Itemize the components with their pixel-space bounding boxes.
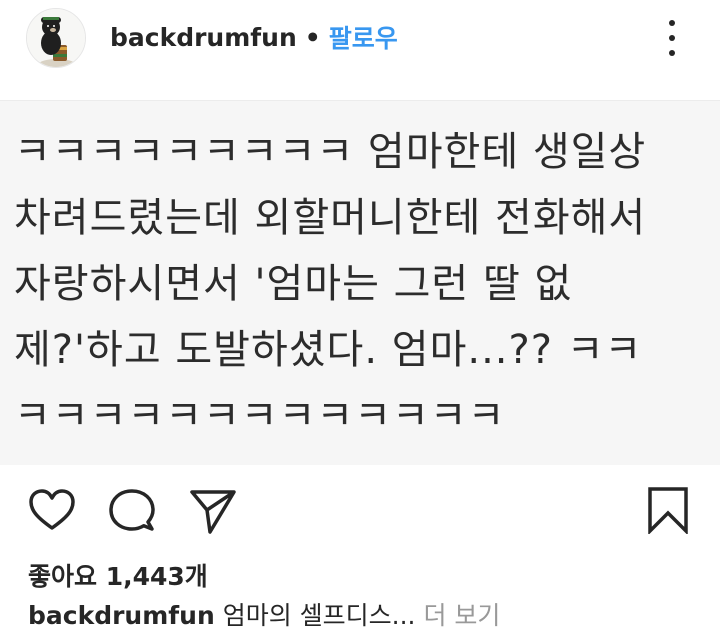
more-dot	[669, 20, 675, 26]
avatar[interactable]	[26, 8, 86, 68]
comment-icon[interactable]	[108, 486, 156, 534]
header-separator: •	[304, 22, 321, 52]
post-text-line: 제?'하고 도발하셨다. 엄마...?? ㅋㅋ	[14, 327, 643, 373]
bookmark-icon[interactable]	[644, 486, 692, 534]
bear-drummer-avatar-icon	[27, 9, 85, 67]
post-text-line: 차려드렸는데 외할머니한테 전화해서	[14, 195, 647, 241]
caption-text: 엄마의 셀프디스...	[214, 601, 416, 628]
header-text: backdrumfun • 팔로우	[110, 19, 398, 55]
post-image-text: ㅋㅋㅋㅋㅋㅋㅋㅋㅋ 엄마한테 생일상 차려드렸는데 외할머니한테 전화해서 자랑…	[14, 119, 714, 449]
more-link[interactable]: 더 보기	[416, 601, 500, 628]
header-username[interactable]: backdrumfun	[110, 23, 297, 52]
post-header: backdrumfun • 팔로우	[0, 0, 720, 80]
post-image[interactable]: ㅋㅋㅋㅋㅋㅋㅋㅋㅋ 엄마한테 생일상 차려드렸는데 외할머니한테 전화해서 자랑…	[0, 101, 720, 465]
action-bar	[0, 478, 720, 540]
post-text-line: 자랑하시면서 '엄마는 그런 딸 없	[14, 261, 573, 307]
like-count[interactable]: 좋아요 1,443개	[28, 557, 208, 593]
more-options-icon[interactable]	[660, 16, 684, 60]
post-text-line: ㅋㅋㅋㅋㅋㅋㅋㅋㅋㅋㅋㅋㅋ	[14, 393, 506, 439]
heart-icon[interactable]	[28, 486, 76, 534]
caption: backdrumfun 엄마의 셀프디스... 더 보기	[28, 596, 500, 628]
more-dot	[669, 35, 675, 41]
follow-button[interactable]: 팔로우	[329, 19, 398, 55]
caption-username[interactable]: backdrumfun	[28, 601, 215, 628]
more-dot	[669, 50, 675, 56]
share-icon[interactable]	[188, 486, 236, 534]
post-text-line: ㅋㅋㅋㅋㅋㅋㅋㅋㅋ 엄마한테 생일상	[14, 129, 647, 175]
